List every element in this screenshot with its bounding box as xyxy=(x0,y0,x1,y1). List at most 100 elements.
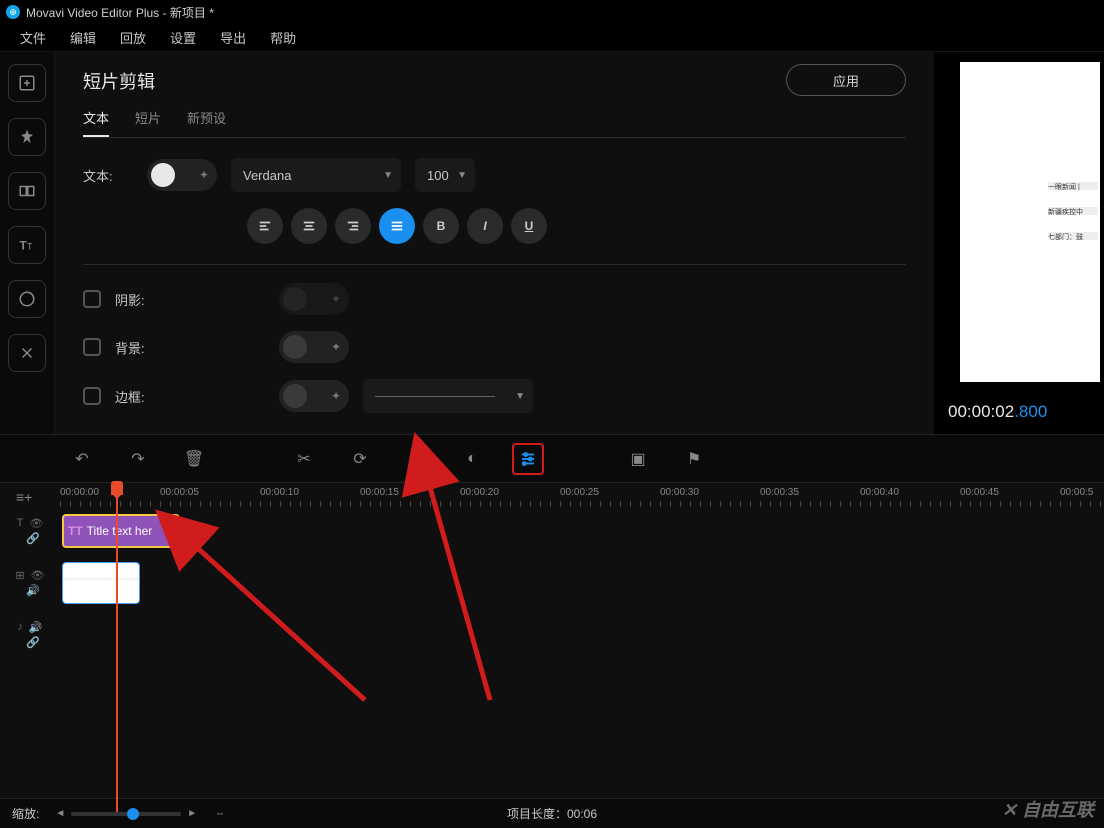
ruler-mark: 00:00:40 xyxy=(860,487,899,498)
align-center-button[interactable] xyxy=(291,208,327,244)
rotate-button[interactable]: ⟳ xyxy=(344,443,376,475)
timeline: ≡+ 00:00:0000:00:0500:00:1000:00:1500:00… xyxy=(0,482,1104,812)
menubar: 文件 编辑 回放 设置 导出 帮助 xyxy=(0,24,1104,52)
ruler-mark: 00:00:15 xyxy=(360,487,399,498)
tab-clip[interactable]: 短片 xyxy=(135,108,161,137)
bold-button[interactable]: B xyxy=(423,208,459,244)
sidebar-tools-icon[interactable] xyxy=(8,334,46,372)
zoom-out-button[interactable]: ◄ xyxy=(49,808,71,819)
video-track: ⊞ 👁 🔊 xyxy=(0,555,1104,611)
ruler-mark: 00:00:5 xyxy=(1060,487,1093,498)
footer: 缩放: ◄ ► ⇔ 项目长度：00:06 xyxy=(0,798,1104,828)
title-clip-text: Title text her xyxy=(87,524,153,538)
align-left-button[interactable] xyxy=(247,208,283,244)
undo-button[interactable]: ↶ xyxy=(66,443,98,475)
left-sidebar: TT xyxy=(0,52,55,434)
titlebar-text: Movavi Video Editor Plus - 新项目 * xyxy=(26,4,214,21)
watermark: ✕ 自由互联 xyxy=(1002,796,1094,822)
border-label: 边框: xyxy=(115,387,165,406)
clip-properties-button[interactable] xyxy=(512,443,544,475)
ruler-mark: 00:00:20 xyxy=(460,487,499,498)
text-label: 文本: xyxy=(83,166,133,185)
background-checkbox[interactable] xyxy=(83,338,101,356)
preview-canvas[interactable]: 一眼新闻 | 新疆疾控中 七部门：鼓 xyxy=(934,52,1104,394)
title-clip[interactable]: TT Title text her xyxy=(62,514,180,548)
svg-text:T: T xyxy=(27,242,33,252)
speaker-icon[interactable]: 🔊 xyxy=(26,584,40,597)
speaker-icon[interactable]: 🔊 xyxy=(29,621,43,634)
timeline-ruler[interactable]: 00:00:0000:00:0500:00:1000:00:1500:00:20… xyxy=(0,483,1104,507)
titlebar: ⊕ Movavi Video Editor Plus - 新项目 * xyxy=(0,0,1104,24)
sidebar-filters-icon[interactable] xyxy=(8,118,46,156)
delete-button[interactable]: 🗑 xyxy=(178,443,210,475)
preview-area: 一眼新闻 | 新疆疾控中 七部门：鼓 00:00:02.800 xyxy=(934,52,1104,434)
sidebar-import-icon[interactable] xyxy=(8,64,46,102)
link-icon[interactable]: 🔗 xyxy=(26,636,40,649)
sidebar-stickers-icon[interactable] xyxy=(8,280,46,318)
border-checkbox[interactable] xyxy=(83,387,101,405)
eye-icon[interactable]: 👁 xyxy=(31,569,45,582)
underline-button[interactable]: U xyxy=(511,208,547,244)
title-track: T 👁 🔗 TT Title text her xyxy=(0,507,1104,555)
color-adjust-button[interactable]: ◐ xyxy=(456,443,488,475)
timestamp: 00:00:02.800 xyxy=(934,394,1104,430)
shadow-checkbox[interactable] xyxy=(83,290,101,308)
ruler-mark: 00:00:10 xyxy=(260,487,299,498)
border-style-dropdown[interactable]: ▼ xyxy=(363,379,533,413)
align-justify-button[interactable] xyxy=(379,208,415,244)
apply-button[interactable]: 应用 xyxy=(786,64,906,96)
video-clip[interactable] xyxy=(62,562,140,604)
chevron-down-icon: ▼ xyxy=(457,170,467,181)
menu-export[interactable]: 导出 xyxy=(208,23,258,52)
tab-text[interactable]: 文本 xyxy=(83,108,109,137)
font-dropdown[interactable]: Verdana▼ xyxy=(231,158,401,192)
menu-settings[interactable]: 设置 xyxy=(158,23,208,52)
playhead[interactable] xyxy=(116,483,118,812)
shadow-color-toggle[interactable]: ✦ xyxy=(279,283,349,315)
border-color-toggle[interactable]: ✦ xyxy=(279,380,349,412)
sidebar-titles-icon[interactable]: TT xyxy=(8,226,46,264)
italic-button[interactable]: I xyxy=(467,208,503,244)
ruler-mark: 00:00:35 xyxy=(760,487,799,498)
title-track-icon: T xyxy=(17,517,24,530)
zoom-label: 缩放: xyxy=(12,805,39,822)
panel-tabs: 文本 短片 新预设 xyxy=(83,108,906,138)
ruler-mark: 00:00:45 xyxy=(960,487,999,498)
editor-panel: 短片剪辑 应用 文本 短片 新预设 文本: ✦ Verdana▼ 100▼ B … xyxy=(55,52,934,434)
menu-help[interactable]: 帮助 xyxy=(258,23,308,52)
menu-edit[interactable]: 编辑 xyxy=(58,23,108,52)
zoom-fit-button[interactable]: ⇔ xyxy=(209,808,231,819)
ruler-mark: 00:00:00 xyxy=(60,487,99,498)
panel-title: 短片剪辑 xyxy=(83,68,906,94)
cut-button[interactable]: ✂ xyxy=(288,443,320,475)
menu-playback[interactable]: 回放 xyxy=(108,23,158,52)
zoom-in-button[interactable]: ► xyxy=(181,808,203,819)
timeline-toolbar: ↶ ↷ 🗑 ✂ ⟳ ◫ ◐ ▣ ⚑ xyxy=(0,434,1104,482)
background-label: 背景: xyxy=(115,338,165,357)
align-right-button[interactable] xyxy=(335,208,371,244)
crop-button[interactable]: ◫ xyxy=(400,443,432,475)
menu-file[interactable]: 文件 xyxy=(8,23,58,52)
wand-icon: ✦ xyxy=(199,168,209,182)
audio-track: ♪ 🔊 🔗 xyxy=(0,611,1104,659)
eye-icon[interactable]: 👁 xyxy=(29,517,43,530)
ruler-mark: 00:00:25 xyxy=(560,487,599,498)
app-icon: ⊕ xyxy=(6,5,20,19)
link-icon[interactable]: 🔗 xyxy=(26,532,40,545)
redo-button[interactable]: ↷ xyxy=(122,443,154,475)
ruler-mark: 00:00:30 xyxy=(660,487,699,498)
sidebar-transitions-icon[interactable] xyxy=(8,172,46,210)
video-track-icon: ⊞ xyxy=(15,569,24,582)
record-button[interactable]: ▣ xyxy=(622,443,654,475)
background-color-toggle[interactable]: ✦ xyxy=(279,331,349,363)
chevron-down-icon: ▼ xyxy=(383,170,393,181)
title-type-icon: TT xyxy=(68,524,83,538)
audio-track-icon: ♪ xyxy=(17,621,23,634)
marker-button[interactable]: ⚑ xyxy=(678,443,710,475)
tab-preset[interactable]: 新预设 xyxy=(187,108,226,137)
zoom-slider[interactable] xyxy=(71,812,181,816)
shadow-label: 阴影: xyxy=(115,290,165,309)
duration-label: 项目长度：00:06 xyxy=(507,805,597,822)
text-color-toggle[interactable]: ✦ xyxy=(147,159,217,191)
size-dropdown[interactable]: 100▼ xyxy=(415,158,475,192)
